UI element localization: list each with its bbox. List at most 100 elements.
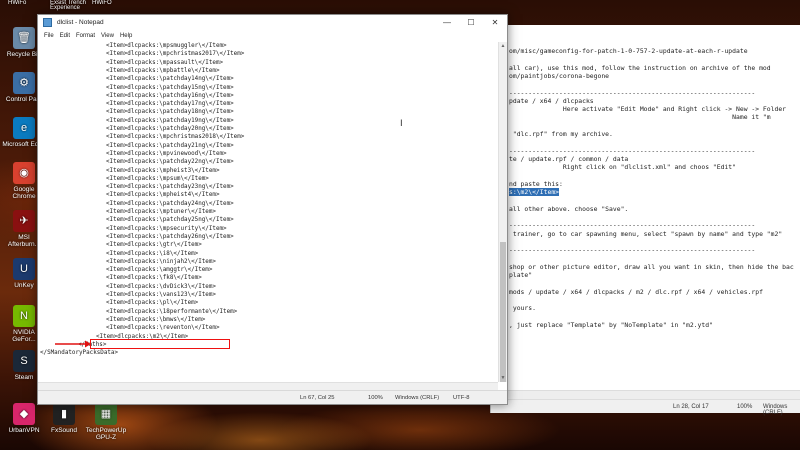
status-encoding: UTF-8 xyxy=(453,395,470,401)
status-position: Ln 67, Col 25 xyxy=(300,395,335,401)
text-line: <Item>dlcpacks:\patchday17ng\</Item> xyxy=(106,101,234,108)
text-line: <Item>dlcpacks:\patchday15ng\</Item> xyxy=(106,84,234,91)
text-line: <Item>dlcpacks:\mpchristmas2018\</Item> xyxy=(106,134,245,141)
bg-text-line: te / update.rpf / common / data xyxy=(509,154,629,163)
app-icon: S xyxy=(13,350,35,372)
desktop-icon[interactable]: ◆ UrbanVPN xyxy=(2,403,46,434)
text-line: <Item>dlcpacks:\patchday22ng\</Item> xyxy=(106,159,234,166)
text-line: <Item>dlcpacks:\fk8\</Item> xyxy=(106,275,202,282)
bg-text-line: Right click on "dlclist.xml" and choos "… xyxy=(509,163,737,172)
text-line: <Item>dlcpacks:\amggtr\</Item> xyxy=(106,267,213,274)
text-line: <Item>dlcpacks:\patchday26ng\</Item> xyxy=(106,233,234,240)
text-line: <Item>dlcpacks:\patchday16ng\</Item> xyxy=(106,92,234,99)
bg-text-line: pdate / x64 / dlcpacks xyxy=(509,96,594,105)
text-line: <Item>dlcpacks:\mpheist3\</Item> xyxy=(106,167,220,174)
bg-status-zoom: 100% xyxy=(737,404,753,410)
bg-text-line: om/misc/gameconfig-for-patch-1-0-757-2-u… xyxy=(509,47,748,55)
notepad-window[interactable]: dlclist - Notepad — ☐ ✕ File Edit Format… xyxy=(37,14,508,405)
text-line: <Item>dlcpacks:\patchday18ng\</Item> xyxy=(106,109,234,116)
bg-text-line: om/paintjobs/corona-begone xyxy=(509,71,610,80)
text-line: <Item>dlcpacks:\vans123\</Item> xyxy=(106,292,216,298)
text-line: <Item>dlcpacks:\gtr\</Item> xyxy=(106,242,202,249)
text-line: <Item>dlcpacks:\patchday14ng\</Item> xyxy=(106,76,234,83)
text-line: <Item>dlcpacks:\i8\</Item> xyxy=(106,250,199,257)
app-icon: N xyxy=(13,305,35,327)
text-line: </SMandatoryPacksData> xyxy=(40,350,119,357)
text-line: <Item>dlcpacks:\mpsecurity\</Item> xyxy=(106,225,227,232)
menu-view[interactable]: View xyxy=(101,33,114,39)
bg-text-line: Name it "m xyxy=(509,113,771,122)
bg-text-line: , just replace "Template" by "NoTemplate… xyxy=(509,320,713,329)
menu-bar: File Edit Format View Help xyxy=(38,30,507,41)
desktop-icon-label: UrbanVPN xyxy=(8,427,40,434)
bg-text-line: Here activate "Edit Mode" and Right clic… xyxy=(509,105,787,114)
status-bar: Ln 67, Col 25 100% Windows (CRLF) UTF-8 xyxy=(38,390,507,404)
text-line: <Item>dlcpacks:\patchday19ng\</Item> xyxy=(106,117,234,124)
text-line: <Item>dlcpacks:\mpbattle\</Item> xyxy=(106,67,220,74)
bg-text-line: ----------------------------------------… xyxy=(509,88,756,97)
background-notepad-window[interactable]: om/misc/gameconfig-for-patch-1-0-757-2-u… xyxy=(490,25,800,416)
bg-text-line: yours. xyxy=(509,304,536,313)
bg-text-line: all car), use this mod, follow the instr… xyxy=(509,63,771,72)
text-line: <Item>dlcpacks:\ninjah2\</Item> xyxy=(106,258,216,265)
title-bar[interactable]: dlclist - Notepad — ☐ ✕ xyxy=(38,15,507,30)
menu-help[interactable]: Help xyxy=(120,33,132,39)
bg-text-line: all other above. choose "Save". xyxy=(509,204,629,213)
text-line: <Item>dlcpacks:\dvDick3\</Item> xyxy=(106,283,216,290)
app-icon: U xyxy=(13,258,35,280)
bg-text-line: ----------------------------------------… xyxy=(509,146,756,155)
desktop-icon-label: FxSound xyxy=(50,427,78,434)
bg-status-eol: Windows (CRLF) xyxy=(763,404,788,416)
annotation-highlight-box xyxy=(90,339,230,349)
text-line: <Item>dlcpacks:\mpsmuggler\</Item> xyxy=(106,43,227,49)
bg-text-line: nd paste this: xyxy=(509,179,563,188)
text-line: <Item>dlcpacks:\18performante\</Item> xyxy=(106,308,238,315)
desktop-icon-label: TechPowerUp GPU-Z xyxy=(85,427,127,441)
bg-text-line: mods / update / x64 / dlcpacks / m2 / dl… xyxy=(509,287,763,296)
notepad-app-icon xyxy=(43,18,52,27)
text-cursor-icon: I xyxy=(400,119,403,129)
window-controls: — ☐ ✕ xyxy=(435,15,507,30)
app-icon: ⚙ xyxy=(13,72,35,94)
bg-status-position: Ln 28, Col 17 xyxy=(673,404,709,410)
app-icon: ▮ xyxy=(53,403,75,425)
window-title: dlclist - Notepad xyxy=(57,19,104,26)
menu-edit[interactable]: Edit xyxy=(60,33,70,39)
text-line: <Item>dlcpacks:\patchday23ng\</Item> xyxy=(106,184,234,191)
scroll-down-arrow-icon[interactable]: ▼ xyxy=(499,374,507,382)
app-icon: 🗑 xyxy=(13,27,35,49)
menu-format[interactable]: Format xyxy=(76,33,95,39)
background-status-bar: Ln 28, Col 17 100% Windows (CRLF) xyxy=(491,399,800,416)
status-eol: Windows (CRLF) xyxy=(395,395,440,401)
bg-text-line: ----------------------------------------… xyxy=(509,246,756,255)
desktop-top-label: HWiFO xyxy=(92,0,112,6)
text-line: <Item>dlcpacks:\mpchristmas2017\</Item> xyxy=(106,51,245,58)
text-line: <Item>dlcpacks:\reventon\</Item> xyxy=(106,325,220,332)
scroll-up-arrow-icon[interactable]: ▲ xyxy=(499,42,507,50)
text-line: <Item>dlcpacks:\mpheist4\</Item> xyxy=(106,192,220,199)
horizontal-scrollbar[interactable] xyxy=(38,382,498,390)
app-icon: ▦ xyxy=(95,403,117,425)
text-line: <Item>dlcpacks:\bmws\</Item> xyxy=(106,316,206,323)
text-line: <Item>dlcpacks:\mpsum\</Item> xyxy=(106,175,209,182)
minimize-button[interactable]: — xyxy=(435,15,459,30)
text-line: <Item>dlcpacks:\mpvinewood\</Item> xyxy=(106,150,227,157)
desktop-top-label: Experience xyxy=(50,5,81,11)
background-horizontal-scrollbar[interactable] xyxy=(491,390,800,399)
bg-text-line: plate" xyxy=(509,271,533,280)
app-icon: ◆ xyxy=(13,403,35,425)
desktop-icon[interactable]: ▮ FxSound xyxy=(42,403,86,434)
maximize-button[interactable]: ☐ xyxy=(459,15,483,30)
desktop-icon[interactable]: ▦ TechPowerUp GPU-Z xyxy=(84,403,128,441)
app-icon: ◉ xyxy=(13,162,35,184)
text-editor[interactable]: <Item>dlcpacks:\mpsmuggler\</Item> <Item>… xyxy=(38,42,498,382)
bg-text-line: ----------------------------------------… xyxy=(509,221,756,230)
app-icon: e xyxy=(13,117,35,139)
text-line: <Item>dlcpacks:\patchday24ng\</Item> xyxy=(106,200,234,207)
vertical-scrollbar[interactable]: ▲ ▼ xyxy=(498,42,507,382)
menu-file[interactable]: File xyxy=(44,33,54,39)
scrollbar-thumb[interactable] xyxy=(500,242,506,382)
close-button[interactable]: ✕ xyxy=(483,15,507,30)
text-line: <Item>dlcpacks:\mpassault\</Item> xyxy=(106,59,224,66)
desktop-top-labels: HWiFo Exsist Trench Experience HWiFO xyxy=(0,0,120,12)
